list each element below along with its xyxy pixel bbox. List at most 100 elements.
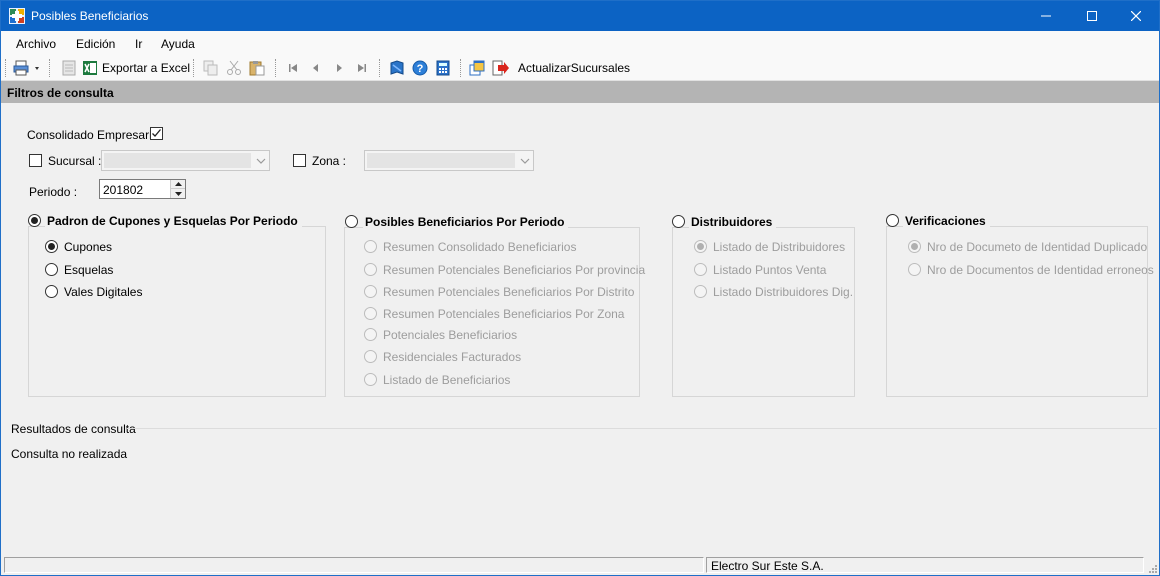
distribuidores-option-label: Listado de Distribuidores [713, 240, 846, 254]
verificaciones-title: Verificaciones [903, 214, 990, 228]
cut-button[interactable] [226, 59, 242, 77]
esquelas-radio[interactable] [45, 263, 58, 276]
posibles-option-label: Resumen Consolidado Beneficiarios [383, 240, 577, 254]
next-record-button[interactable] [331, 59, 347, 77]
company-name: Electro Sur Este S.A. [711, 559, 824, 573]
posibles-option-radio[interactable] [364, 373, 377, 386]
zona-select[interactable] [364, 150, 534, 171]
cupones-label: Cupones [64, 240, 113, 254]
window-title: Posibles Beneficiarios [31, 9, 149, 23]
sucursal-select-value [104, 153, 251, 168]
export-excel-label: Exportar a Excel [102, 61, 191, 75]
posibles-option-label: Resumen Potenciales Beneficiarios Por pr… [383, 263, 646, 277]
posibles-radio[interactable] [345, 215, 358, 228]
posibles-option-label: Residenciales Facturados [383, 350, 522, 364]
filters-header: Filtros de consulta [1, 81, 1159, 103]
chevron-down-icon [256, 158, 266, 164]
help-book-button[interactable] [389, 59, 405, 77]
posibles-option-radio[interactable] [364, 350, 377, 363]
menu-ir[interactable]: Ir [135, 37, 142, 51]
consolidado-checkbox[interactable] [150, 127, 163, 140]
question-icon: ? [412, 60, 428, 76]
esquelas-label: Esquelas [64, 263, 114, 277]
print-button[interactable] [13, 59, 41, 77]
distribuidores-option-radio[interactable] [694, 240, 707, 253]
help-button[interactable]: ? [412, 59, 428, 77]
padron-radio[interactable] [28, 214, 41, 227]
distribuidores-option-label: Listado Distribuidores Dig. [713, 285, 854, 299]
zona-select-value [367, 153, 515, 168]
menu-ayuda[interactable]: Ayuda [161, 37, 195, 51]
caret-up-icon [174, 182, 182, 186]
calculator-icon [436, 60, 450, 76]
copy-icon [203, 60, 218, 76]
calculator-button[interactable] [435, 59, 451, 77]
resize-grip-icon[interactable] [1147, 563, 1157, 573]
vales-digitales-radio[interactable] [45, 285, 58, 298]
results-status: Consulta no realizada [11, 447, 128, 461]
windows-icon [469, 60, 485, 76]
verificaciones-option-label: Nro de Documeto de Identidad Duplicado [927, 240, 1148, 254]
distribuidores-option-label: Listado Puntos Venta [713, 263, 827, 277]
distribuidores-option-radio[interactable] [694, 285, 707, 298]
toolbar-separator [460, 59, 461, 77]
update-branches-label: ActualizarSucursales [518, 61, 631, 75]
posibles-option-radio[interactable] [364, 285, 377, 298]
zona-checkbox[interactable] [293, 154, 306, 167]
copy-button[interactable] [203, 59, 219, 77]
sucursal-select[interactable] [101, 150, 270, 171]
close-button[interactable] [1113, 1, 1159, 31]
toolbar-separator [275, 59, 276, 77]
posibles-option-radio[interactable] [364, 307, 377, 320]
cupones-radio[interactable] [45, 240, 58, 253]
posibles-option-radio[interactable] [364, 328, 377, 341]
posibles-option-label: Listado de Beneficiarios [383, 373, 511, 387]
app-window: Posibles Beneficiarios Archivo Edición I… [0, 0, 1160, 576]
maximize-button[interactable] [1069, 1, 1115, 31]
checkmark-icon [152, 129, 161, 137]
results-divider [127, 428, 1157, 429]
menu-bar: Archivo Edición Ir Ayuda [1, 31, 1159, 55]
windows-button[interactable] [469, 59, 485, 77]
skip-last-icon [358, 64, 366, 72]
first-record-button[interactable] [285, 59, 301, 77]
stepper-up-button[interactable] [171, 180, 185, 189]
posibles-option-radio[interactable] [364, 263, 377, 276]
padron-title: Padron de Cupones y Esquelas Por Periodo [45, 214, 302, 228]
periodo-label: Periodo : [29, 185, 78, 199]
last-record-button[interactable] [354, 59, 370, 77]
title-bar[interactable]: Posibles Beneficiarios [1, 1, 1159, 31]
sucursal-checkbox[interactable] [29, 154, 42, 167]
minimize-button[interactable] [1023, 1, 1069, 31]
status-panel-company: Electro Sur Este S.A. [706, 557, 1144, 573]
vales-digitales-label: Vales Digitales [64, 285, 143, 299]
posibles-option-label: Resumen Potenciales Beneficiarios Por Zo… [383, 307, 625, 321]
stepper-down-button[interactable] [171, 189, 185, 198]
status-bar: Electro Sur Este S.A. [1, 555, 1159, 575]
posibles-option-radio[interactable] [364, 240, 377, 253]
excel-icon [83, 61, 97, 75]
verificaciones-radio[interactable] [886, 214, 899, 227]
menu-archivo[interactable]: Archivo [16, 37, 56, 51]
zona-label: Zona : [312, 154, 347, 168]
posibles-option-label: Potenciales Beneficiarios [383, 328, 518, 342]
distribuidores-radio[interactable] [672, 215, 685, 228]
preview-button[interactable] [61, 59, 77, 77]
caret-down-icon [174, 191, 182, 196]
paste-icon [249, 61, 265, 76]
menu-edicion[interactable]: Edición [76, 37, 115, 51]
export-excel-button[interactable]: Exportar a Excel [82, 59, 190, 77]
paste-button[interactable] [249, 59, 265, 77]
verificaciones-option-label: Nro de Documentos de Identidad erroneos [927, 263, 1154, 277]
distribuidores-option-radio[interactable] [694, 263, 707, 276]
previous-record-button[interactable] [308, 59, 324, 77]
update-branches-button[interactable]: ActualizarSucursales [492, 59, 630, 77]
verificaciones-option-radio[interactable] [908, 240, 921, 253]
document-icon [62, 60, 76, 76]
distribuidores-title: Distribuidores [689, 215, 777, 229]
close-icon [1131, 11, 1141, 21]
periodo-stepper[interactable]: 201802 [99, 179, 186, 199]
verificaciones-option-radio[interactable] [908, 263, 921, 276]
printer-icon [13, 60, 39, 76]
scissors-icon [227, 60, 241, 75]
